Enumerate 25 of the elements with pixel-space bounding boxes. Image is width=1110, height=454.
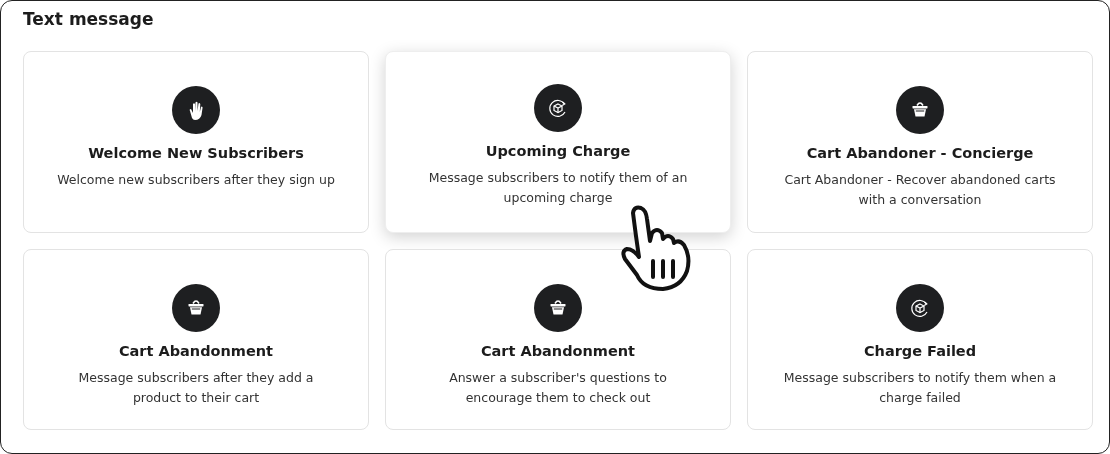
card-description: Answer a subscriber's questions to encourage them to check out [448,369,668,407]
template-card[interactable]: Welcome New Subscribers Welcome new subscribers after they sign up [23,51,369,233]
basket-icon [172,284,220,332]
basket-icon [896,86,944,134]
hand-icon [172,86,220,134]
card-description: Message subscribers to notify them when a charge failed [782,369,1058,407]
card-description: Welcome new subscribers after they sign up [57,171,335,189]
template-card[interactable]: Charge Failed Message subscribers to notify them when a charge failed [747,249,1093,430]
basket-icon [534,284,582,332]
card-title: Cart Abandonment [118,342,274,360]
template-card[interactable]: Cart Abandonment Message subscribers after they add a product to their cart [23,249,369,430]
card-title: Upcoming Charge [485,142,631,160]
card-description: Message subscribers to notify them of an upcoming charge [427,169,689,207]
card-title: Welcome New Subscribers [88,144,304,162]
card-description: Message subscribers after they add a product to their cart [77,369,315,407]
box-refresh-icon [534,84,582,132]
box-refresh-icon [896,284,944,332]
card-title: Cart Abandonment [480,342,636,360]
card-title: Cart Abandoner - Concierge [806,144,1034,162]
template-card[interactable]: Cart Abandoner - Concierge Cart Abandoner - Recover abandoned carts with a conversation [747,51,1093,233]
template-card[interactable]: Cart Abandonment Answer a subscriber's questions to encourage them to check out [385,249,731,430]
template-card[interactable]: Upcoming Charge Message subscribers to notify them of an upcoming charge [385,51,731,233]
section-title: Text message [23,8,155,31]
card-description: Cart Abandoner - Recover abandoned carts with a conversation [783,171,1057,209]
card-title: Charge Failed [863,342,977,360]
